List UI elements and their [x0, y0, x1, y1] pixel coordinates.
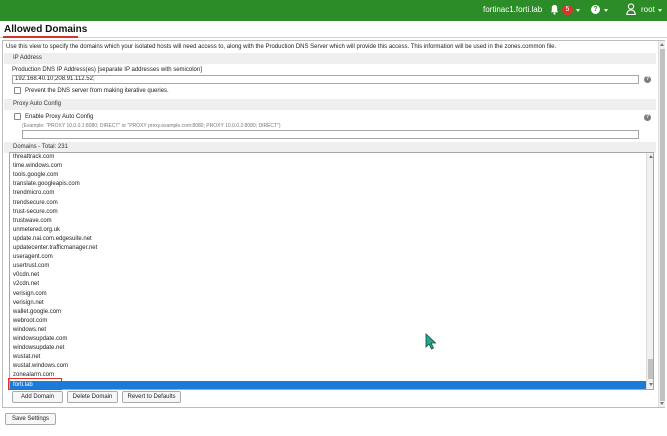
title-underline: [3, 36, 78, 38]
list-item[interactable]: v0cdn.net: [10, 271, 646, 280]
list-item[interactable]: trust-secure.com: [10, 208, 646, 217]
title-bar: Allowed Domains: [0, 21, 667, 38]
list-item[interactable]: verisign.net: [10, 299, 646, 308]
prevent-iterative-label: Prevent the DNS server from making itera…: [25, 88, 169, 94]
list-scrollbar-thumb[interactable]: [648, 359, 653, 379]
list-item[interactable]: trustwave.com: [10, 217, 646, 226]
proxy-example-text: (Example: "PROXY 10.0.0.1:8080; DIRECT" …: [22, 123, 281, 129]
list-item[interactable]: wustat.net: [10, 353, 646, 362]
proxy-section-header: Proxy Auto Config: [4, 99, 656, 110]
user-name[interactable]: root: [641, 5, 655, 14]
list-item[interactable]: windowsupdate.com: [10, 335, 646, 344]
enable-proxy-checkbox[interactable]: [14, 113, 21, 120]
help-icon[interactable]: ?: [644, 76, 651, 83]
intro-text: Use this view to specify the domains whi…: [6, 44, 557, 50]
dns-ip-input[interactable]: 192.168.40.10;208.91.112.52;: [12, 75, 639, 84]
list-item[interactable]: forti.lab: [10, 380, 646, 389]
help-icon[interactable]: ?: [591, 5, 600, 14]
list-item[interactable]: trendmicro.com: [10, 189, 646, 198]
user-icon[interactable]: [626, 3, 636, 15]
list-item[interactable]: translate.googleapis.com: [10, 180, 646, 189]
ip-address-section-header: IP Address: [4, 53, 656, 64]
scroll-down-icon[interactable]: [660, 402, 664, 405]
list-scrollbar[interactable]: [646, 153, 653, 389]
dns-label: Production DNS IP Address(es) [separate …: [12, 67, 202, 73]
chevron-down-icon: [576, 9, 580, 12]
enable-proxy-label: Enable Proxy Auto Config: [25, 114, 94, 120]
proxy-config-input[interactable]: [22, 130, 639, 139]
list-item[interactable]: tools.google.com: [10, 171, 646, 180]
scroll-down-icon[interactable]: [648, 383, 653, 386]
list-item[interactable]: updatecenter.trafficmanager.net: [10, 244, 646, 253]
save-settings-button[interactable]: Save Settings: [5, 413, 56, 425]
list-item[interactable]: webroot.com: [10, 317, 646, 326]
list-item[interactable]: zonealarm.com: [10, 371, 646, 380]
add-domain-button[interactable]: Add Domain: [12, 391, 63, 403]
scroll-up-icon[interactable]: [660, 43, 664, 46]
help-icon[interactable]: ?: [644, 114, 651, 121]
scroll-up-icon[interactable]: [648, 155, 653, 158]
host-name[interactable]: fortinac1.forti.lab: [483, 5, 542, 14]
prevent-iterative-checkbox[interactable]: [14, 87, 21, 94]
list-item[interactable]: v2cdn.net: [10, 280, 646, 289]
list-item[interactable]: useragent.com: [10, 253, 646, 262]
top-navbar: fortinac1.forti.lab 5 ? root: [0, 0, 667, 21]
list-item[interactable]: windowsupdate.net: [10, 344, 646, 353]
domain-list[interactable]: threattrack.com time.windows.com tools.goo…: [9, 152, 654, 390]
list-item[interactable]: windows.net: [10, 326, 646, 335]
list-item[interactable]: verisign.com: [10, 290, 646, 299]
selection-highlight-box: [8, 378, 62, 390]
page-scrollbar[interactable]: [658, 41, 665, 407]
list-item[interactable]: unmetered.org.uk: [10, 226, 646, 235]
page-title: Allowed Domains: [4, 24, 88, 35]
chevron-down-icon: [604, 9, 608, 12]
delete-domain-button[interactable]: Delete Domain: [67, 391, 118, 403]
list-item[interactable]: usertrust.com: [10, 262, 646, 271]
list-item[interactable]: threattrack.com: [10, 153, 646, 162]
list-item[interactable]: wallet.google.com: [10, 308, 646, 317]
chevron-down-icon: [658, 9, 662, 12]
mouse-cursor-icon: [425, 333, 437, 350]
notification-badge: 5: [562, 5, 573, 15]
scrollbar-thumb[interactable]: [660, 49, 665, 401]
list-item[interactable]: trendsecure.com: [10, 199, 646, 208]
list-item[interactable]: wustat.windows.com: [10, 362, 646, 371]
bell-icon[interactable]: [550, 4, 559, 15]
list-item[interactable]: time.windows.com: [10, 162, 646, 171]
revert-defaults-button[interactable]: Revert to Defaults: [122, 391, 181, 403]
list-item[interactable]: update.nai.com.edgesuite.net: [10, 235, 646, 244]
